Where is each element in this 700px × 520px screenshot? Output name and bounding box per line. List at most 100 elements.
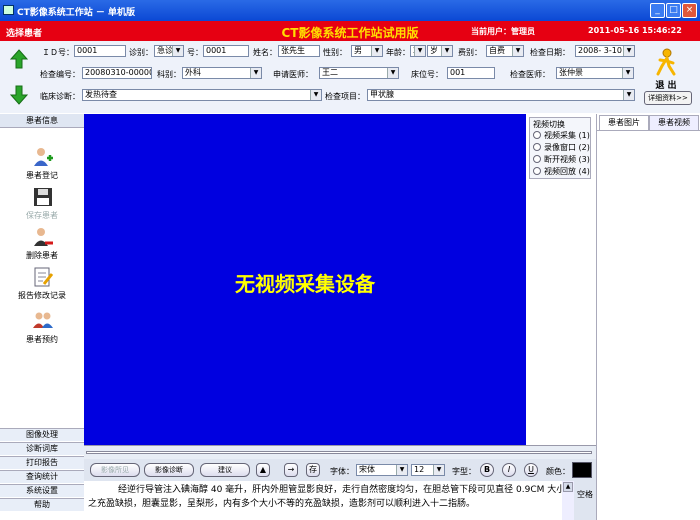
bold-button[interactable]: B [480,463,494,477]
edit-record-icon [34,267,54,287]
date-picker[interactable]: 2008- 3-10 [575,45,635,57]
sidebar-btn-print-report[interactable]: 打印报告 [0,456,84,469]
sidebar-btn-settings[interactable]: 系统设置 [0,484,84,497]
radio-label: 视频采集 (1) [544,131,590,140]
sidebar-btn-image-processing[interactable]: 图像处理 [0,428,84,441]
tab-patient-images[interactable]: 患者图片 [599,115,649,130]
dept-select[interactable]: 外科 [182,67,262,79]
sidebar-item-save[interactable]: 保存患者 [0,186,84,226]
radio-disconnect[interactable]: 断开视频 (3) [533,154,593,165]
exam-no-label: 检查编号： [40,70,80,79]
italic-button[interactable]: I [502,463,516,477]
scroll-up-icon[interactable]: ▲ [563,482,573,492]
fee-label: 费别： [458,48,482,57]
sidebar-item-label: 保存患者 [26,211,58,220]
sidebar-item-label: 报告修改记录 [18,291,66,300]
num-field[interactable]: 0001 [203,45,249,57]
window-title: CT影像系统工作站 － 单机版 [17,8,136,18]
diagnosis-button[interactable]: 影像诊断 [144,463,194,477]
sidebar-item-label: 患者登记 [26,171,58,180]
right-panel: 患者图片 患者视频 [596,114,700,520]
findings-button[interactable]: 影像所见 [90,463,140,477]
sidebar-btn-query-stats[interactable]: 查询统计 [0,470,84,483]
font-select[interactable]: 宋体 [356,464,408,476]
video-switch-panel: 视频切换 视频采集 (1) 录像窗口 (2) 断开视频 (3) 视频回放 (4) [526,114,596,445]
radio-record-window[interactable]: 录像窗口 (2) [533,142,593,153]
color-swatch[interactable] [572,462,592,478]
radio-video-capture[interactable]: 视频采集 (1) [533,130,593,141]
sex-select[interactable]: 男 [351,45,383,57]
name-field[interactable]: 张先生 [278,45,320,57]
sidebar-header: 患者信息 [0,114,84,128]
next-button[interactable]: → [284,463,298,477]
exit-label: 退 出 [655,81,677,91]
video-progress-slider[interactable] [84,445,596,459]
radio-icon [533,131,541,139]
radio-icon [533,167,541,175]
report-toolbar: 影像所见 影像诊断 建议 ▲ → 存 字体： 宋体 12 字型： B I U 颜… [84,459,596,481]
space-key[interactable]: 空格 [574,481,596,520]
up-button[interactable]: ▲ [256,463,270,477]
item-label: 检查项目： [325,92,365,101]
maximize-button[interactable]: □ [666,3,681,18]
sidebar-btn-help[interactable]: 帮助 [0,498,84,511]
radio-label: 断开视频 (3) [544,155,590,164]
sidebar-item-register[interactable]: 患者登记 [0,146,84,186]
video-panel: 无视频采集设备 [84,114,526,445]
exam-doc-select[interactable]: 张仲景 [556,67,634,79]
save-button[interactable]: 存 [306,463,320,477]
sidebar-item-label: 患者预约 [26,335,58,344]
bed-field[interactable]: 001 [447,67,495,79]
sidebar-item-label: 删除患者 [26,251,58,260]
num-label: 号： [187,48,203,57]
color-label: 颜色： [546,467,570,476]
dept-label: 科别： [157,70,181,79]
exit-person-icon [656,48,676,76]
title-bar: CT影像系统工作站 － 单机版 _ □ × [0,0,700,21]
radio-playback[interactable]: 视频回放 (4) [533,166,593,177]
age-label: 年龄： [386,48,410,57]
exam-doc-label: 检查医师： [510,70,550,79]
size-select[interactable]: 12 [411,464,445,476]
font-label: 字体： [330,467,354,476]
style-label: 字型： [452,467,476,476]
age-field[interactable]: 28 [410,45,426,57]
patient-form: ＩＤ号： 0001 诊别： 急诊 号： 0001 姓名： 张先生 性别： 男 年… [0,41,700,113]
sidebar-item-report-record[interactable]: 报告修改记录 [0,266,84,306]
req-doc-select[interactable]: 王二 [319,67,399,79]
sidebar-btn-diag-library[interactable]: 诊断词库 [0,442,84,455]
bed-label: 床位号： [411,70,443,79]
fee-select[interactable]: 自费 [486,45,524,57]
item-select[interactable]: 甲状腺 [367,89,635,101]
underline-button[interactable]: U [524,463,538,477]
name-label: 姓名： [253,48,277,57]
exit-button[interactable]: 退 出 [651,48,681,91]
sidebar-item-delete[interactable]: 删除患者 [0,226,84,266]
tab-patient-videos[interactable]: 患者视频 [649,115,699,130]
clin-select[interactable]: 发热待查 [82,89,322,101]
exam-no-field[interactable]: 20080310-000001 [82,67,152,79]
diag-select[interactable]: 急诊 [154,45,184,57]
radio-icon [533,143,541,151]
suggestion-button[interactable]: 建议 [200,463,250,477]
age-unit-select[interactable]: 岁 [427,45,453,57]
minimize-button[interactable]: _ [650,3,665,18]
sidebar-item-appointment[interactable]: 患者预约 [0,310,84,350]
arrow-down-icon[interactable] [10,85,28,105]
person-delete-icon [34,228,53,246]
id-field[interactable]: 0001 [74,45,126,57]
detail-button[interactable]: 详细资料>> [644,91,692,105]
radio-label: 视频回放 (4) [544,167,590,176]
diag-label: 诊别： [129,48,153,57]
video-message: 无视频采集设备 [235,272,375,296]
report-scrollbar[interactable]: ▲ [562,481,574,520]
report-text[interactable]: 经逆行导管注入碘海醇 40 毫升，肝内外胆管显影良好，走行自然密度均匀，在胆总管… [84,481,574,520]
clin-label: 临床诊断： [40,92,80,101]
video-switch-title: 视频切换 [533,120,565,129]
arrow-up-icon[interactable] [10,49,28,69]
req-doc-label: 申请医师： [273,70,313,79]
close-button[interactable]: × [682,3,697,18]
tab-divider [597,130,700,131]
sidebar: 患者信息 患者登记 保存患者 删除患者 报告修改记录 患者预约 图像处理 诊断词… [0,114,84,520]
datetime: 2011-05-16 15:46:22 [588,26,682,35]
